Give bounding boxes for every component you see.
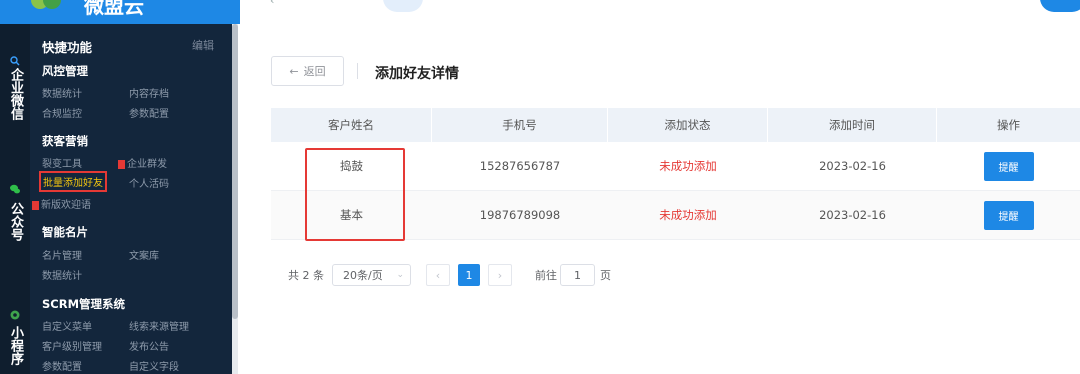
search-icon <box>10 56 20 66</box>
top-back-icon[interactable]: ‹ <box>270 0 282 7</box>
next-page-button[interactable]: › <box>488 264 512 286</box>
sidebar-scrollbar[interactable] <box>232 24 238 374</box>
menu-item-announcement[interactable]: 发布公告 <box>129 338 169 353</box>
column-header: 操作 <box>997 118 1020 132</box>
back-button-label: 返回 <box>303 65 326 78</box>
action-cell: 提醒 <box>937 142 1080 190</box>
wechat-icon <box>10 184 20 194</box>
pagination-total: 共 2 条 <box>288 269 324 282</box>
menu-item-content-archive[interactable]: 内容存档 <box>129 85 169 100</box>
menu-item-custom-fields[interactable]: 自定义字段 <box>129 358 179 373</box>
column-header: 客户姓名 <box>271 108 432 142</box>
goto-page-input[interactable]: 1 <box>560 264 595 286</box>
page-number-current[interactable]: 1 <box>458 264 480 286</box>
flag-icon <box>118 159 125 169</box>
menu-item-customer-level[interactable]: 客户级别管理 <box>42 338 102 353</box>
add-status: 未成功添加 <box>659 208 717 222</box>
menu-item-lead-source[interactable]: 线索来源管理 <box>129 318 189 333</box>
add-time: 2023-02-16 <box>819 208 886 222</box>
top-toolbar-button[interactable] <box>383 0 423 12</box>
arrow-left-icon: ← <box>289 64 299 78</box>
menu-item-compliance[interactable]: 合规监控 <box>42 105 82 120</box>
menu-item-personal-qrcode[interactable]: 个人活码 <box>129 175 169 190</box>
menu-group-risk: 风控管理 <box>42 64 88 78</box>
phone-number: 15287656787 <box>479 159 561 173</box>
menu-item-params[interactable]: 参数配置 <box>129 105 169 120</box>
back-button[interactable]: ← 返回 <box>271 56 344 86</box>
page-title: 添加好友详情 <box>375 66 459 82</box>
brand-header: 微盟云 <box>0 0 240 24</box>
remind-button[interactable]: 提醒 <box>983 200 1034 230</box>
menu-item-label: 企业群发 <box>127 159 167 170</box>
column-header: 手机号 <box>432 108 608 142</box>
column-header: 添加状态 <box>608 108 768 142</box>
menu-item-welcome-message[interactable]: 新版欢迎语 <box>32 196 91 211</box>
scrollbar-thumb[interactable] <box>232 24 238 319</box>
menu-item-scrm-params[interactable]: 参数配置 <box>42 358 82 373</box>
sidebar-menu: 快捷功能 编辑 风控管理 数据统计 内容存档 合规监控 参数配置 获客营销 裂变… <box>30 24 232 374</box>
phone-number: 19876789098 <box>479 208 561 222</box>
rail-item-official-account[interactable]: 公众号 <box>0 184 30 241</box>
menu-item-group-send[interactable]: 企业群发 <box>118 155 167 170</box>
chevron-left-icon: ‹ <box>435 268 441 282</box>
rail-label: 公众号 <box>8 202 23 241</box>
brand-logo-icon <box>31 0 61 9</box>
prev-page-button[interactable]: ‹ <box>426 264 450 286</box>
flag-icon <box>32 200 39 210</box>
menu-item-label: 新版欢迎语 <box>41 200 91 211</box>
menu-item-card-stats[interactable]: 数据统计 <box>42 267 82 282</box>
menu-item-card-manage[interactable]: 名片管理 <box>42 247 82 262</box>
rail-label: 企业微信 <box>8 68 23 120</box>
header-divider <box>357 63 358 79</box>
menu-item-fission-tool[interactable]: 裂变工具 <box>42 155 82 170</box>
menu-item-custom-menu[interactable]: 自定义菜单 <box>42 318 92 333</box>
menu-group-acquire: 获客营销 <box>42 134 88 148</box>
goto-label: 前往 <box>535 269 557 282</box>
page-size-select[interactable]: 20条/页 ⌄ <box>332 264 411 286</box>
page-size-value: 20条/页 <box>343 269 383 282</box>
miniprogram-icon <box>10 310 20 320</box>
menu-group-card: 智能名片 <box>42 225 88 239</box>
user-avatar[interactable] <box>1040 0 1080 12</box>
brand-text: 微盟云 <box>84 0 144 18</box>
rail-label: 小程序 <box>8 326 23 365</box>
menu-item-copy-library[interactable]: 文案库 <box>129 247 159 262</box>
table-header: 客户姓名 手机号 添加状态 添加时间 操作 <box>271 108 1080 142</box>
chevron-down-icon: ⌄ <box>396 270 404 280</box>
menu-item-data-stats[interactable]: 数据统计 <box>42 85 82 100</box>
menu-group-scrm: SCRM管理系统 <box>42 297 126 311</box>
chevron-right-icon: › <box>497 268 503 282</box>
page-suffix-label: 页 <box>600 269 611 282</box>
highlight-annotation-box <box>305 148 405 241</box>
rail-item-mini-program[interactable]: 小程序 <box>0 310 30 365</box>
left-rail: 企业微信 公众号 小程序 <box>0 24 30 374</box>
remind-button[interactable]: 提醒 <box>983 151 1034 181</box>
rail-item-enterprise-wechat[interactable]: 企业微信 <box>0 56 30 120</box>
menu-item-batch-add-friends[interactable]: 批量添加好友 <box>39 171 107 192</box>
action-cell: 提醒 <box>937 191 1080 239</box>
quick-functions-title: 快捷功能 <box>42 40 93 55</box>
add-time: 2023-02-16 <box>819 159 886 173</box>
column-header: 添加时间 <box>768 108 937 142</box>
add-status: 未成功添加 <box>659 159 717 173</box>
edit-link[interactable]: 编辑 <box>192 37 214 53</box>
